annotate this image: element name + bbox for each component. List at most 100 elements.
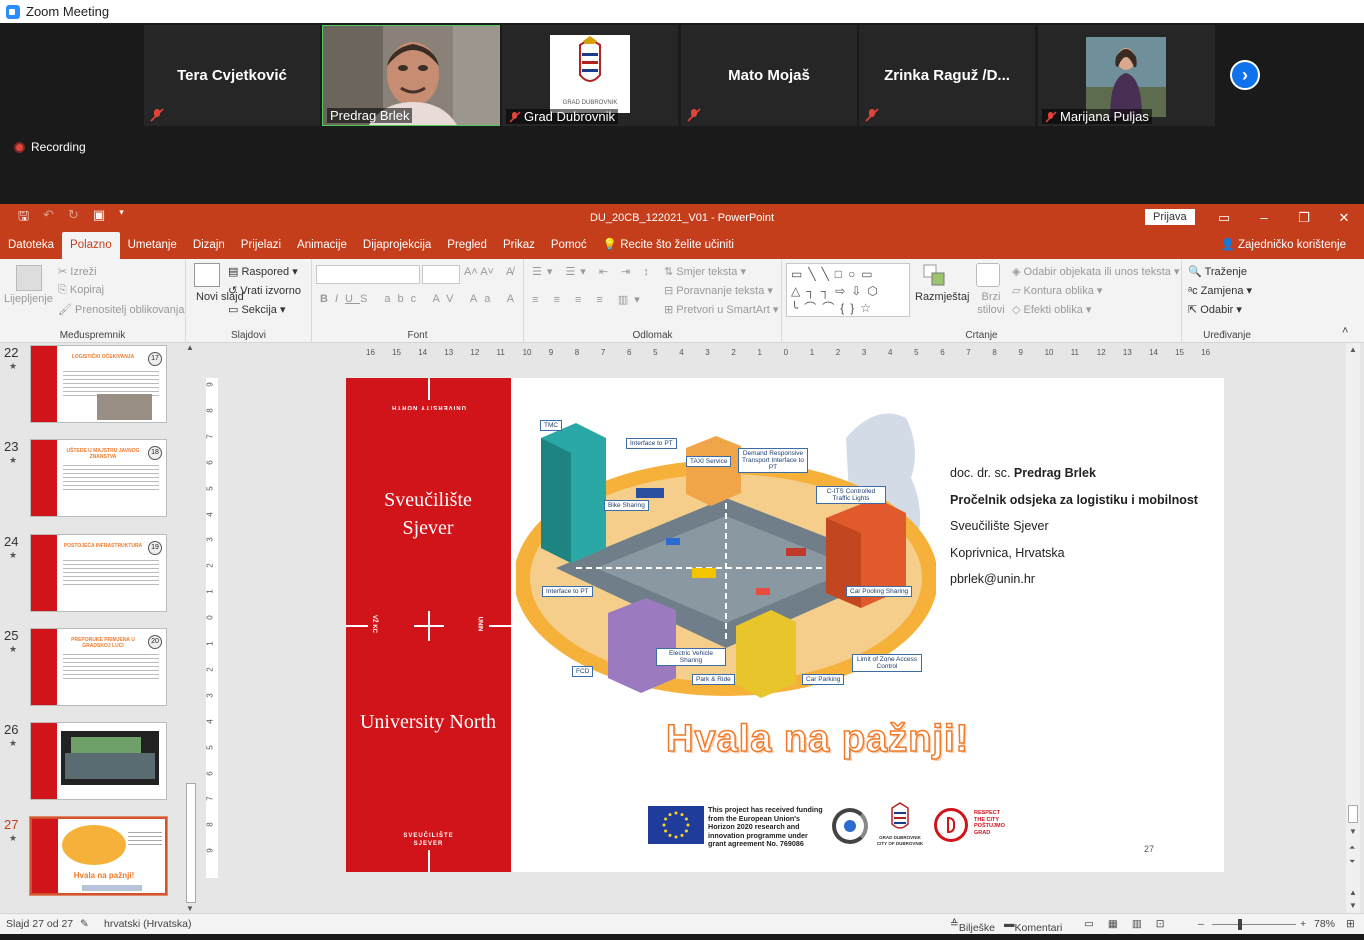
align-text-button[interactable]: ⊟ Poravnanje teksta ▾ — [664, 284, 773, 297]
zoom-slider-thumb[interactable] — [1238, 919, 1242, 930]
university-side-panel: UNIVERSITY NORTH Sveučilište Sjever VŽ K… — [346, 378, 511, 872]
eu-flag-icon — [648, 806, 704, 844]
zoom-slider[interactable] — [1212, 924, 1296, 925]
tab-umetanje[interactable]: Umetanje — [120, 232, 185, 259]
text-direction-button[interactable]: ⇅ Smjer teksta ▾ — [664, 265, 746, 278]
tab-dijaprojekcija[interactable]: Dijaprojekcija — [355, 232, 439, 259]
tab-animacije[interactable]: Animacije — [289, 232, 355, 259]
participant-strip: Tera Cvjetković Predrag Brlek GRAD DUBRO… — [0, 23, 1364, 204]
paste-button[interactable]: Lijepljenje — [4, 293, 53, 305]
participant-tile-marijana[interactable]: Marijana Puljas — [1038, 25, 1215, 126]
participant-tile-predrag[interactable]: Predrag Brlek — [322, 25, 500, 126]
contact-block: doc. dr. sc. Predrag Brlek Pročelnik ods… — [950, 460, 1198, 593]
close-icon[interactable]: ✕ — [1324, 204, 1364, 232]
zoom-out-button[interactable]: – — [1198, 918, 1204, 930]
arrange-button[interactable]: Razmještaj — [915, 291, 969, 303]
copy-button[interactable]: ⎘ Kopiraj — [58, 284, 104, 297]
select-button[interactable]: ⇱ Odabir ▾ — [1188, 303, 1242, 316]
sign-in-button[interactable]: Prijava — [1145, 209, 1195, 225]
quick-styles-button[interactable]: Brzi stilovi — [976, 291, 1006, 317]
tab-dizajn[interactable]: Dizajn — [185, 232, 233, 259]
collapse-ribbon-icon[interactable]: ˄ — [1342, 325, 1348, 337]
diagram-label: C-ITS Controlled Traffic Lights — [816, 486, 886, 504]
slide-thumbnail[interactable]: LOGISTIČKI OČEKIVANJA 17 — [30, 345, 167, 423]
tab-polazno[interactable]: Polazno — [62, 232, 120, 259]
transition-star-icon: ★ — [9, 455, 18, 465]
tell-me-search[interactable]: 💡 Recite što želite učiniti — [595, 232, 742, 259]
fit-slide-icon[interactable]: ⊞ — [1346, 918, 1355, 930]
arrange-icon[interactable] — [922, 263, 948, 287]
tab-prikaz[interactable]: Prikaz — [495, 232, 543, 259]
participant-tile-mato[interactable]: Mato Mojaš — [681, 25, 857, 126]
diagram-label-layer: TMC Interface to PT TAXI Service Demand Res… — [516, 398, 936, 698]
thumbnail-badge: 18 — [148, 446, 162, 460]
ruler-tick-label: 5 — [205, 485, 215, 491]
diagram-label: Park & Ride — [692, 674, 735, 685]
find-button[interactable]: 🔍 Traženje — [1188, 265, 1247, 278]
vertical-ruler: 9 8 7 6 5 4 3 2 1 0 1 2 3 4 5 6 7 8 9 — [206, 378, 218, 878]
slide-thumbnail[interactable]: UŠTEDE U MAJSTRU JAVNOG ZNANSTVA 18 — [30, 439, 167, 517]
grow-font-icon[interactable]: A˄ A˅ — [464, 266, 494, 278]
group-label: Uređivanje — [1203, 330, 1251, 341]
slide-thumbnail[interactable]: POSTOJEĆA INFRASTRUKTURA 19 — [30, 534, 167, 612]
maximize-icon[interactable]: ❐ — [1284, 204, 1324, 232]
group-drawing: ▭╲╲□○▭ △┐┐⇨⇩⬡ ╰⌒⌒{}☆ Razmještaj Brzi stilo… — [782, 259, 1182, 343]
shape-effects-button[interactable]: ◇ Efekti oblika ▾ — [1012, 303, 1091, 316]
ruler-tick-label: 4 — [205, 511, 215, 517]
list-buttons[interactable]: ☰▾ ☰▾ ⇤ ⇥ ↕ — [532, 265, 654, 278]
shape-outline-button[interactable]: ▱ Kontura oblika ▾ — [1012, 284, 1102, 297]
shapes-gallery[interactable]: ▭╲╲□○▭ △┐┐⇨⇩⬡ ╰⌒⌒{}☆ — [786, 263, 910, 317]
section-button[interactable]: ▭ Sekcija ▾ — [228, 303, 286, 316]
font-family-dropdown[interactable] — [316, 265, 420, 284]
view-buttons[interactable]: ▭▦▥⊡ — [1084, 918, 1179, 930]
minimize-icon[interactable]: – — [1244, 204, 1284, 232]
smartart-button[interactable]: ⊞ Pretvori u SmartArt ▾ — [664, 303, 778, 316]
zoom-level[interactable]: 78% — [1314, 918, 1335, 930]
format-painter-button[interactable]: 🖌 Prenositelj oblikovanja — [58, 303, 184, 316]
comments-button[interactable]: ▬ Komentari — [1004, 918, 1062, 934]
new-slide-icon[interactable] — [194, 263, 220, 287]
ruler-tick-label: 6 — [627, 348, 632, 357]
slide-thumbnail[interactable] — [30, 722, 167, 800]
ruler-tick-label: 11 — [1070, 348, 1079, 357]
font-style-buttons[interactable]: BIUS abc AV Aa A — [320, 293, 521, 305]
slide-thumbnail[interactable]: PREPORUKE PRIMJENA U GRADSKOJ LUCI 20 — [30, 628, 167, 706]
shape-fill-button[interactable]: ◈ Odabir objekata ili unos teksta ▾ — [1012, 265, 1179, 278]
font-size-dropdown[interactable] — [422, 265, 460, 284]
align-buttons[interactable]: ≡ ≡ ≡ ≡ ▥▾ — [532, 293, 646, 306]
spellcheck-icon[interactable]: ✎ — [80, 918, 89, 930]
slide-thumbnail[interactable]: Hvala na pažnji! — [29, 816, 168, 896]
paste-icon[interactable] — [16, 265, 42, 291]
thumbnail-badge: 20 — [148, 635, 162, 649]
participant-tile-zrinka[interactable]: Zrinka Raguž /D... — [859, 25, 1035, 126]
tab-prijelazi[interactable]: Prijelazi — [233, 232, 289, 259]
share-button[interactable]: 👤 Zajedničko korištenje — [1220, 232, 1346, 259]
group-slides: Novi slajd ▤ Raspored ▾ ↺ Vrati izvorno … — [186, 259, 312, 343]
ribbon-display-icon[interactable]: ▭ — [1204, 204, 1244, 232]
tab-pomoć[interactable]: Pomoć — [543, 232, 595, 259]
participant-tile-tera[interactable]: Tera Cvjetković — [144, 25, 320, 126]
slide-scrollbar[interactable]: ▲ ▼ ⏶ ⏷ ▲ ▼ — [1346, 343, 1360, 913]
layout-button[interactable]: ▤ Raspored ▾ — [228, 265, 298, 278]
ruler-tick-label: 1 — [757, 348, 762, 357]
thumbnail-scrollbar[interactable]: ▲ ▼ — [184, 343, 198, 913]
zoom-in-button[interactable]: + — [1300, 918, 1306, 930]
participant-label: Grad Dubrovnik — [506, 109, 619, 124]
recording-indicator[interactable]: Recording — [14, 140, 86, 154]
current-slide[interactable]: UNIVERSITY NORTH Sveučilište Sjever VŽ K… — [346, 378, 1224, 872]
notes-button[interactable]: ≙ Bilješke — [950, 918, 995, 934]
participant-tile-grad-dubrovnik[interactable]: GRAD DUBROVNIK Grad Dubrovnik — [502, 25, 678, 126]
thumbnail-badge: 19 — [148, 541, 162, 555]
cut-button[interactable]: ✂ Izreži — [58, 265, 97, 278]
ruler-tick-label: 6 — [940, 348, 945, 357]
tab-datoteka[interactable]: Datoteka — [0, 232, 62, 259]
transition-star-icon: ★ — [9, 361, 18, 371]
quick-styles-icon[interactable] — [976, 263, 1000, 287]
tab-pregled[interactable]: Pregled — [439, 232, 495, 259]
reset-button[interactable]: ↺ Vrati izvorno — [228, 284, 301, 297]
clear-format-icon[interactable]: A̸ — [506, 266, 513, 278]
replace-button[interactable]: ᵃc Zamjena ▾ — [1188, 284, 1252, 297]
ruler-tick-label: 5 — [914, 348, 919, 357]
language-indicator[interactable]: hrvatski (Hrvatska) — [104, 918, 192, 930]
next-page-arrow-icon[interactable]: › — [1230, 60, 1260, 90]
